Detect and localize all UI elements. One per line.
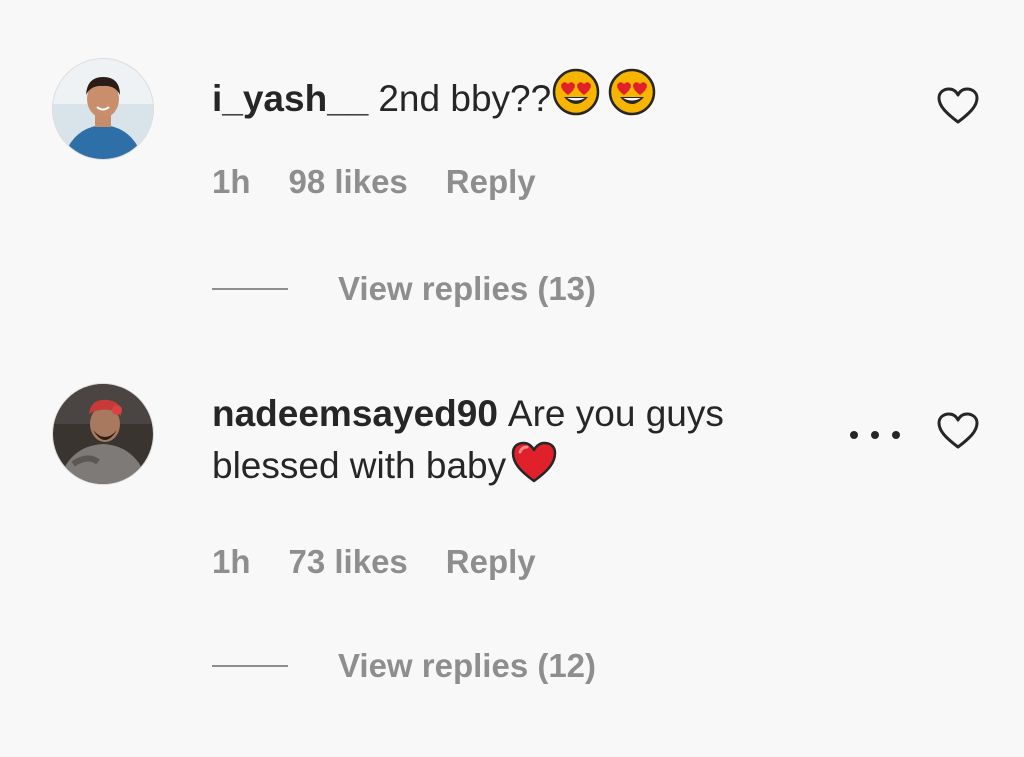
view-replies-label: View replies (12)	[338, 647, 597, 684]
comment-meta: 1h 98 likes Reply	[212, 163, 536, 201]
view-replies-button[interactable]: View replies (13)	[212, 270, 596, 308]
replies-divider	[212, 288, 288, 290]
red-heart-emoji	[510, 440, 558, 484]
heart-eyes-emoji	[551, 67, 601, 117]
comment-body: i_yash__ 2nd bby??	[212, 67, 657, 125]
comment-body: nadeemsayed90 Are you guys blessed with b…	[212, 388, 822, 492]
avatar[interactable]	[52, 58, 154, 160]
reply-button[interactable]: Reply	[446, 543, 536, 581]
avatar-image	[53, 59, 153, 159]
replies-divider	[212, 665, 288, 667]
comment-username[interactable]: nadeemsayed90	[212, 393, 498, 434]
comment-meta: 1h 73 likes Reply	[212, 543, 536, 581]
like-heart-icon[interactable]	[936, 411, 980, 451]
comment-text: 2nd bby??	[378, 78, 552, 119]
comment-time: 1h	[212, 163, 251, 200]
comment-likes[interactable]: 98 likes	[289, 163, 408, 201]
view-replies-label: View replies (13)	[338, 270, 597, 307]
comments-panel: i_yash__ 2nd bby?? 1h 98 likes Reply Vie…	[0, 0, 1024, 757]
comment-username[interactable]: i_yash__	[212, 78, 368, 119]
like-heart-icon[interactable]	[936, 86, 980, 126]
comment-time: 1h	[212, 543, 251, 580]
avatar-image	[53, 384, 153, 484]
avatar[interactable]	[52, 383, 154, 485]
comment-likes[interactable]: 73 likes	[289, 543, 408, 581]
view-replies-button[interactable]: View replies (12)	[212, 647, 596, 685]
reply-button[interactable]: Reply	[446, 163, 536, 201]
more-options-icon[interactable]	[850, 428, 900, 442]
heart-eyes-emoji	[607, 67, 657, 117]
